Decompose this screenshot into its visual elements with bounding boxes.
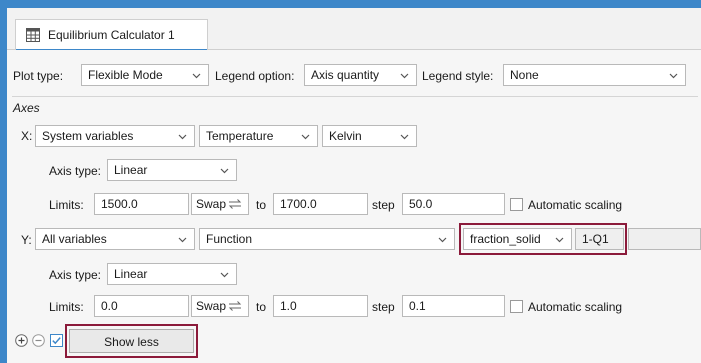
legend-option-value: Axis quantity (311, 68, 380, 82)
y-axis-type-label: Axis type: (49, 268, 102, 282)
legend-style-label: Legend style: (422, 69, 494, 83)
y-min-input[interactable]: 0.0 (94, 295, 189, 317)
x-axis-type-select[interactable]: Linear (107, 159, 237, 181)
legend-option-label: Legend option: (215, 69, 295, 83)
chevron-down-icon (192, 73, 201, 79)
swap-icon (228, 301, 242, 311)
show-options-checkbox[interactable] (50, 334, 63, 347)
tab-equilibrium-calculator[interactable]: Equilibrium Calculator 1 (15, 19, 208, 51)
y-auto-scaling-checkbox[interactable] (510, 300, 523, 313)
y-quantity-value: Function (206, 232, 253, 246)
y-swap-button[interactable]: Swap (191, 295, 249, 317)
minus-circle-icon[interactable] (32, 334, 45, 347)
x-quantity-value: Temperature (206, 129, 274, 143)
chevron-down-icon (400, 134, 409, 140)
window-frame-top (0, 0, 701, 8)
y-step-value: 0.1 (409, 299, 426, 313)
y-axis-type-select[interactable]: Linear (107, 263, 237, 285)
x-max-input[interactable]: 1700.0 (273, 193, 368, 215)
y-min-value: 0.0 (101, 299, 118, 313)
show-less-highlight-box (65, 324, 198, 358)
function-highlight-box (459, 223, 627, 255)
x-variable-type-value: System variables (42, 129, 134, 143)
legend-style-value: None (510, 68, 539, 82)
chevron-down-icon (400, 73, 409, 79)
axes-section-title: Axes (13, 101, 40, 115)
y-to-label: to (256, 300, 267, 314)
legend-option-select[interactable]: Axis quantity (304, 64, 417, 86)
window-frame-left (0, 0, 7, 363)
chevron-down-icon (178, 134, 187, 140)
x-step-value: 50.0 (409, 197, 433, 211)
x-unit-select[interactable]: Kelvin (322, 125, 417, 147)
x-axis-type-value: Linear (114, 163, 148, 177)
y-max-input[interactable]: 1.0 (273, 295, 368, 317)
calculator-grid-icon (26, 28, 40, 42)
x-min-value: 1500.0 (101, 197, 138, 211)
x-unit-value: Kelvin (329, 129, 362, 143)
plot-type-label: Plot type: (13, 69, 64, 83)
chevron-down-icon (220, 168, 229, 174)
y-extra-field (628, 228, 701, 250)
tab-bar: Equilibrium Calculator 1 (7, 8, 701, 51)
x-to-label: to (256, 198, 267, 212)
x-step-label: step (372, 198, 395, 212)
x-swap-button[interactable]: Swap (191, 193, 249, 215)
legend-style-select[interactable]: None (503, 64, 686, 86)
y-auto-scaling-label: Automatic scaling (528, 300, 623, 314)
x-axis-label: X: (21, 129, 33, 143)
y-max-value: 1.0 (280, 299, 297, 313)
x-axis-type-label: Axis type: (49, 164, 102, 178)
separator (12, 96, 698, 97)
swap-icon (228, 199, 242, 209)
chevron-down-icon (301, 134, 310, 140)
y-axis-type-value: Linear (114, 267, 148, 281)
y-variable-type-value: All variables (42, 232, 107, 246)
y-axis-label: Y: (21, 233, 32, 247)
x-quantity-select[interactable]: Temperature (199, 125, 318, 147)
plus-circle-icon[interactable] (15, 334, 28, 347)
y-step-label: step (372, 300, 395, 314)
chevron-down-icon (220, 272, 229, 278)
x-limits-label: Limits: (49, 198, 84, 212)
chevron-down-icon (438, 237, 447, 243)
x-step-input[interactable]: 50.0 (402, 193, 505, 215)
y-variable-type-select[interactable]: All variables (35, 228, 195, 250)
tab-title: Equilibrium Calculator 1 (48, 28, 175, 42)
plot-type-select[interactable]: Flexible Mode (81, 64, 209, 86)
x-auto-scaling-checkbox[interactable] (510, 198, 523, 211)
x-auto-scaling-label: Automatic scaling (528, 198, 623, 212)
x-max-value: 1700.0 (280, 197, 317, 211)
y-limits-label: Limits: (49, 300, 84, 314)
plot-settings-panel: Plot type: Flexible Mode Legend option: … (7, 50, 701, 363)
chevron-down-icon (669, 73, 678, 79)
y-quantity-select[interactable]: Function (199, 228, 455, 250)
plot-type-value: Flexible Mode (88, 68, 163, 82)
x-swap-label: Swap (196, 197, 227, 211)
chevron-down-icon (178, 237, 187, 243)
y-swap-label: Swap (196, 299, 227, 313)
x-min-input[interactable]: 1500.0 (94, 193, 189, 215)
y-step-input[interactable]: 0.1 (402, 295, 505, 317)
x-variable-type-select[interactable]: System variables (35, 125, 195, 147)
